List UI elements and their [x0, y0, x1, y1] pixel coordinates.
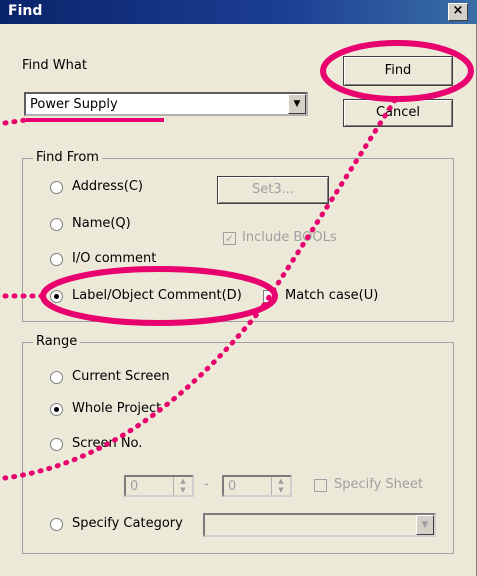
label-object-comment-label: Label/Object Comment(D) — [72, 288, 242, 303]
find-what-combobox[interactable]: Power Supply ▼ — [24, 92, 308, 116]
specify-category-label: Specify Category — [72, 516, 183, 531]
current-screen-radio[interactable] — [50, 371, 63, 384]
label-object-comment-radio[interactable] — [50, 290, 63, 303]
title-bar: Find × — [0, 0, 477, 24]
specify-sheet-checkbox[interactable] — [314, 479, 327, 492]
find-what-value: Power Supply — [30, 97, 118, 112]
spin-arrows-icon[interactable]: ▲ ▼ — [173, 477, 192, 495]
range-legend: Range — [33, 334, 81, 349]
find-what-label: Find What — [22, 58, 87, 73]
whole-project-radio[interactable] — [50, 403, 63, 416]
find-button[interactable]: Find — [343, 56, 453, 86]
cancel-button[interactable]: Cancel — [343, 99, 453, 127]
include-bools-checkbox[interactable]: ✓ — [223, 232, 236, 245]
screen-no-radio[interactable] — [50, 438, 63, 451]
screen-no-label: Screen No. — [72, 436, 143, 451]
window-title: Find — [8, 3, 43, 19]
screen-to-spinner[interactable]: 0 ▲ ▼ — [222, 475, 292, 497]
specify-sheet-label: Specify Sheet — [334, 477, 424, 492]
current-screen-label: Current Screen — [72, 369, 170, 384]
screen-to-value: 0 — [228, 479, 237, 494]
match-case-label: Match case(U) — [285, 288, 379, 303]
name-radio[interactable] — [50, 218, 63, 231]
find-from-legend: Find From — [33, 150, 102, 165]
screen-from-value: 0 — [130, 479, 139, 494]
name-label: Name(Q) — [72, 216, 131, 231]
io-comment-radio[interactable] — [50, 253, 63, 266]
find-dialog: Find × Find What Power Supply ▼ Find Can… — [0, 0, 477, 576]
match-case-checkbox[interactable] — [263, 290, 276, 303]
set-button[interactable]: Set3... — [217, 176, 329, 204]
address-radio[interactable] — [50, 181, 63, 194]
address-label: Address(C) — [72, 179, 143, 194]
io-comment-label: I/O comment — [72, 251, 157, 266]
screen-from-spinner[interactable]: 0 ▲ ▼ — [124, 475, 194, 497]
category-combobox[interactable]: ▼ — [203, 513, 436, 537]
chevron-down-icon[interactable]: ▼ — [416, 515, 434, 535]
spin-arrows-icon[interactable]: ▲ ▼ — [271, 477, 290, 495]
range-dash: - — [204, 477, 209, 492]
include-bools-label: Include BOOLs — [242, 230, 337, 245]
close-button[interactable]: × — [448, 3, 468, 21]
chevron-down-icon[interactable]: ▼ — [288, 94, 306, 114]
whole-project-label: Whole Project — [72, 401, 162, 416]
specify-category-radio[interactable] — [50, 518, 63, 531]
